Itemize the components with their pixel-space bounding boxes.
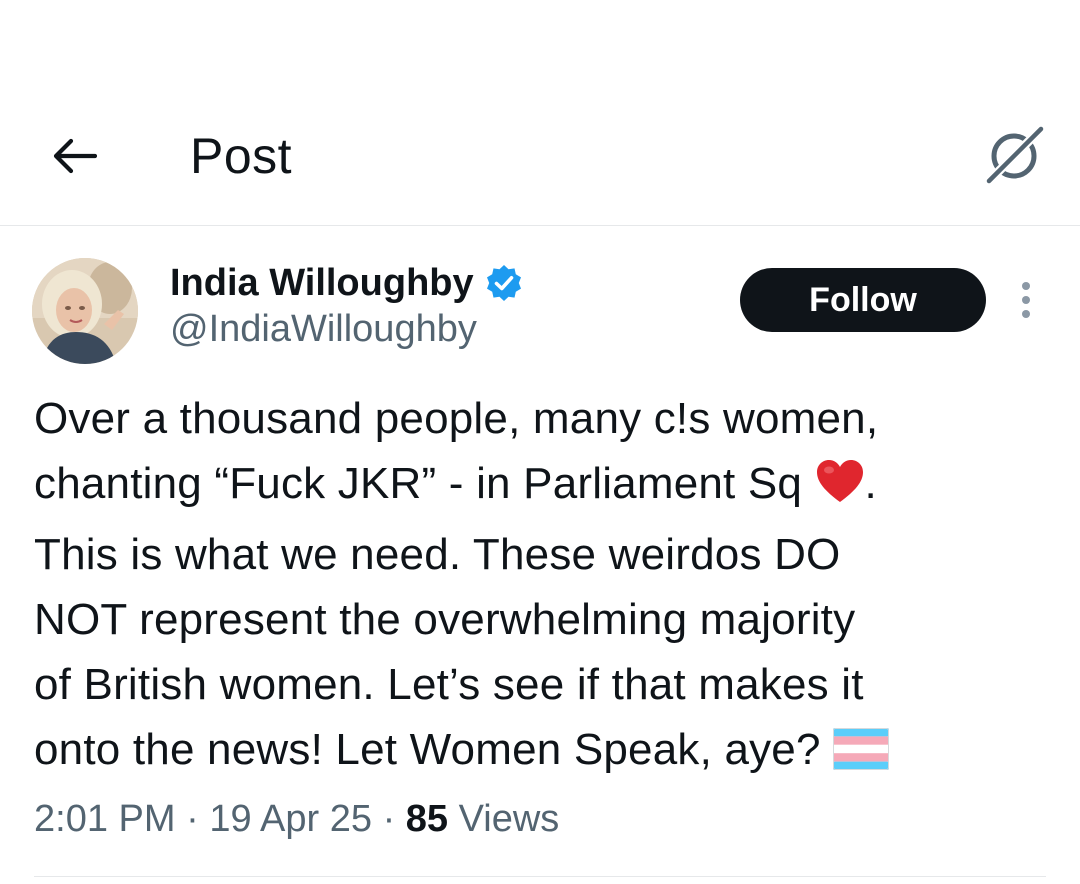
grok-icon <box>984 124 1046 186</box>
verified-badge-icon[interactable] <box>484 263 524 303</box>
display-name-text: India Willoughby <box>170 262 474 304</box>
tweet-line: NOT represent the overwhelming majority <box>34 595 856 644</box>
red-heart-icon <box>815 457 865 522</box>
tweet-meta: 2:01 PM · 19 Apr 25 · 85 Views <box>34 795 559 843</box>
more-dot-icon <box>1022 296 1030 304</box>
more-dot-icon <box>1022 282 1030 290</box>
post-time[interactable]: 2:01 PM <box>34 798 176 840</box>
author-display-name[interactable]: India Willoughby <box>170 260 524 306</box>
page-title: Post <box>190 128 293 184</box>
arrow-left-icon <box>53 138 97 174</box>
grok-button[interactable] <box>978 118 1052 192</box>
transgender-flag-icon <box>833 723 890 788</box>
more-dot-icon <box>1022 310 1030 318</box>
tweet-line: of British women. Let’s see if that make… <box>34 660 864 709</box>
tweet-line-text: onto the news! Let Women Speak, aye? <box>34 725 821 774</box>
back-button[interactable] <box>44 128 104 184</box>
tweet-line-text: . <box>864 459 877 508</box>
tweet-line-text: chanting “Fuck JKR” - in Parliament Sq <box>34 459 803 508</box>
tweet-text: Over a thousand people, many c!s women, … <box>34 386 1044 788</box>
author-row: India Willoughby @IndiaWilloughby Follow <box>0 250 1080 370</box>
views-count[interactable]: 85 <box>406 798 448 840</box>
divider <box>34 876 1046 877</box>
follow-button[interactable]: Follow <box>740 268 986 332</box>
author-names: India Willoughby @IndiaWilloughby <box>170 260 524 352</box>
more-options-button[interactable] <box>1006 276 1046 324</box>
top-bar: Post <box>0 0 1080 226</box>
meta-separator: · <box>382 798 396 840</box>
tweet-line: chanting “Fuck JKR” - in Parliament Sq . <box>34 451 1044 522</box>
post-date[interactable]: 19 Apr 25 <box>209 798 372 840</box>
avatar[interactable] <box>32 258 138 364</box>
tweet-line: Over a thousand people, many c!s women, <box>34 394 879 443</box>
tweet-line: onto the news! Let Women Speak, aye? <box>34 717 1044 788</box>
tweet-line: This is what we need. These weirdos DO <box>34 530 841 579</box>
avatar-image <box>32 258 138 364</box>
author-handle[interactable]: @IndiaWilloughby <box>170 306 524 352</box>
meta-separator: · <box>186 798 199 840</box>
views-label: Views <box>458 798 560 840</box>
